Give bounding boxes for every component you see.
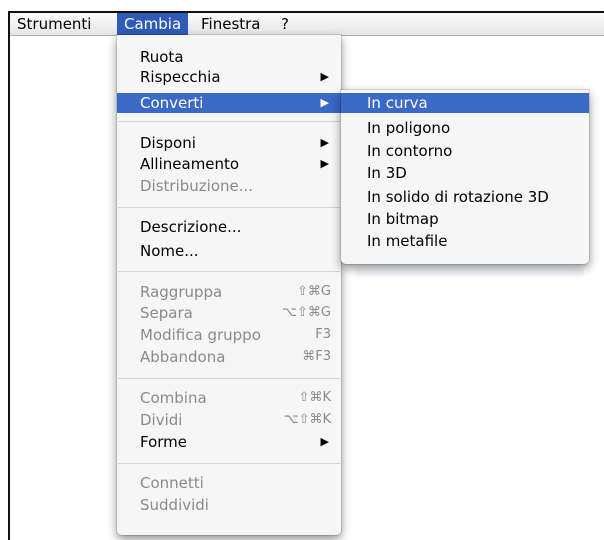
submenu-item-in-metafile[interactable]: In metafile [341,231,589,251]
menu-item-label: Dividi [140,411,183,429]
submenu-item-in-3d[interactable]: In 3D [341,163,589,183]
submenu-item-in-poligono[interactable]: In poligono [341,118,589,138]
shortcut-label: F3 [315,327,331,342]
menu-item-combina: Combina ⇧⌘K [117,388,341,408]
menu-item-ruota[interactable]: Ruota [117,47,341,67]
submenu-item-in-bitmap[interactable]: In bitmap [341,209,589,229]
menu-item-label: Abbandona [140,348,226,366]
menu-item-distribuzione: Distribuzione... [117,176,341,196]
shortcut-label: ⌘F3 [302,349,331,364]
menu-item-label: Ruota [140,48,184,66]
menu-item-forme[interactable]: Forme ▶ [117,432,341,452]
menu-separator [118,271,340,272]
menu-item-descrizione[interactable]: Descrizione... [117,217,341,237]
menu-item-dividi: Dividi ⌥⇧⌘K [117,410,341,430]
submenu-arrow-icon: ▶ [320,136,329,149]
menu-separator [118,463,340,464]
shortcut-label: ⌥⇧⌘G [282,305,331,320]
menu-bar: Strumenti Cambia Finestra ? [10,13,604,36]
background-canvas-shape [356,268,584,276]
menu-item-label: Allineamento [140,155,240,173]
menu-strumenti[interactable]: Strumenti [10,13,98,35]
submenu-item-in-curva[interactable]: In curva [341,93,589,113]
menu-item-raggruppa: Raggruppa ⇧⌘G [117,282,341,302]
cambia-dropdown-menu: Ruota Rispecchia ▶ Converti ▶ Disponi ▶ All… [117,35,341,535]
menu-item-modifica-gruppo: Modifica gruppo F3 [117,325,341,345]
menu-item-label: Distribuzione... [140,177,254,195]
menu-item-suddividi: Suddividi [117,495,341,515]
shortcut-label: ⇧⌘G [297,284,331,299]
menu-item-rispecchia[interactable]: Rispecchia ▶ [117,67,341,87]
menu-item-label: In poligono [367,119,451,137]
menu-separator [118,121,340,122]
menu-help[interactable]: ? [274,13,296,35]
menu-item-abbandona: Abbandona ⌘F3 [117,347,341,367]
submenu-arrow-icon: ▶ [320,70,329,83]
menu-item-label: Combina [140,389,207,407]
menu-item-nome[interactable]: Nome... [117,241,341,261]
menu-item-label: In curva [367,94,428,112]
menu-item-label: Nome... [140,242,199,260]
menu-item-label: In bitmap [367,210,439,228]
menu-item-label: Rispecchia [140,68,221,86]
submenu-arrow-icon: ▶ [320,96,329,109]
menu-item-allineamento[interactable]: Allineamento ▶ [117,154,341,174]
menu-item-label: Connetti [140,474,204,492]
shortcut-label: ⇧⌘K [298,390,331,405]
menu-item-separa: Separa ⌥⇧⌘G [117,303,341,323]
menu-item-label: Separa [140,304,193,322]
menu-item-label: In contorno [367,142,453,160]
menu-item-disponi[interactable]: Disponi ▶ [117,133,341,153]
menu-item-converti[interactable]: Converti ▶ [117,93,341,113]
menu-item-connetti: Connetti [117,473,341,493]
shortcut-label: ⌥⇧⌘K [283,412,331,427]
submenu-arrow-icon: ▶ [320,435,329,448]
submenu-item-in-contorno[interactable]: In contorno [341,141,589,161]
submenu-item-in-solido-rotazione-3d[interactable]: In solido di rotazione 3D [341,187,589,207]
converti-submenu: In curva In poligono In contorno In 3D I… [341,90,589,264]
menu-separator [118,207,340,208]
menu-item-label: Modifica gruppo [140,326,261,344]
menu-item-label: Suddividi [140,496,209,514]
menu-item-label: Converti [140,94,204,112]
menu-item-label: Forme [140,433,188,451]
menu-finestra[interactable]: Finestra [194,13,268,35]
menu-item-label: Raggruppa [140,283,223,301]
menu-item-label: In metafile [367,232,448,250]
menu-separator [118,378,340,379]
menu-item-label: Descrizione... [140,218,242,236]
menu-item-label: Disponi [140,134,196,152]
menu-item-label: In 3D [367,164,407,182]
submenu-arrow-icon: ▶ [320,157,329,170]
menu-item-label: In solido di rotazione 3D [367,188,549,206]
menu-cambia[interactable]: Cambia [117,13,189,35]
